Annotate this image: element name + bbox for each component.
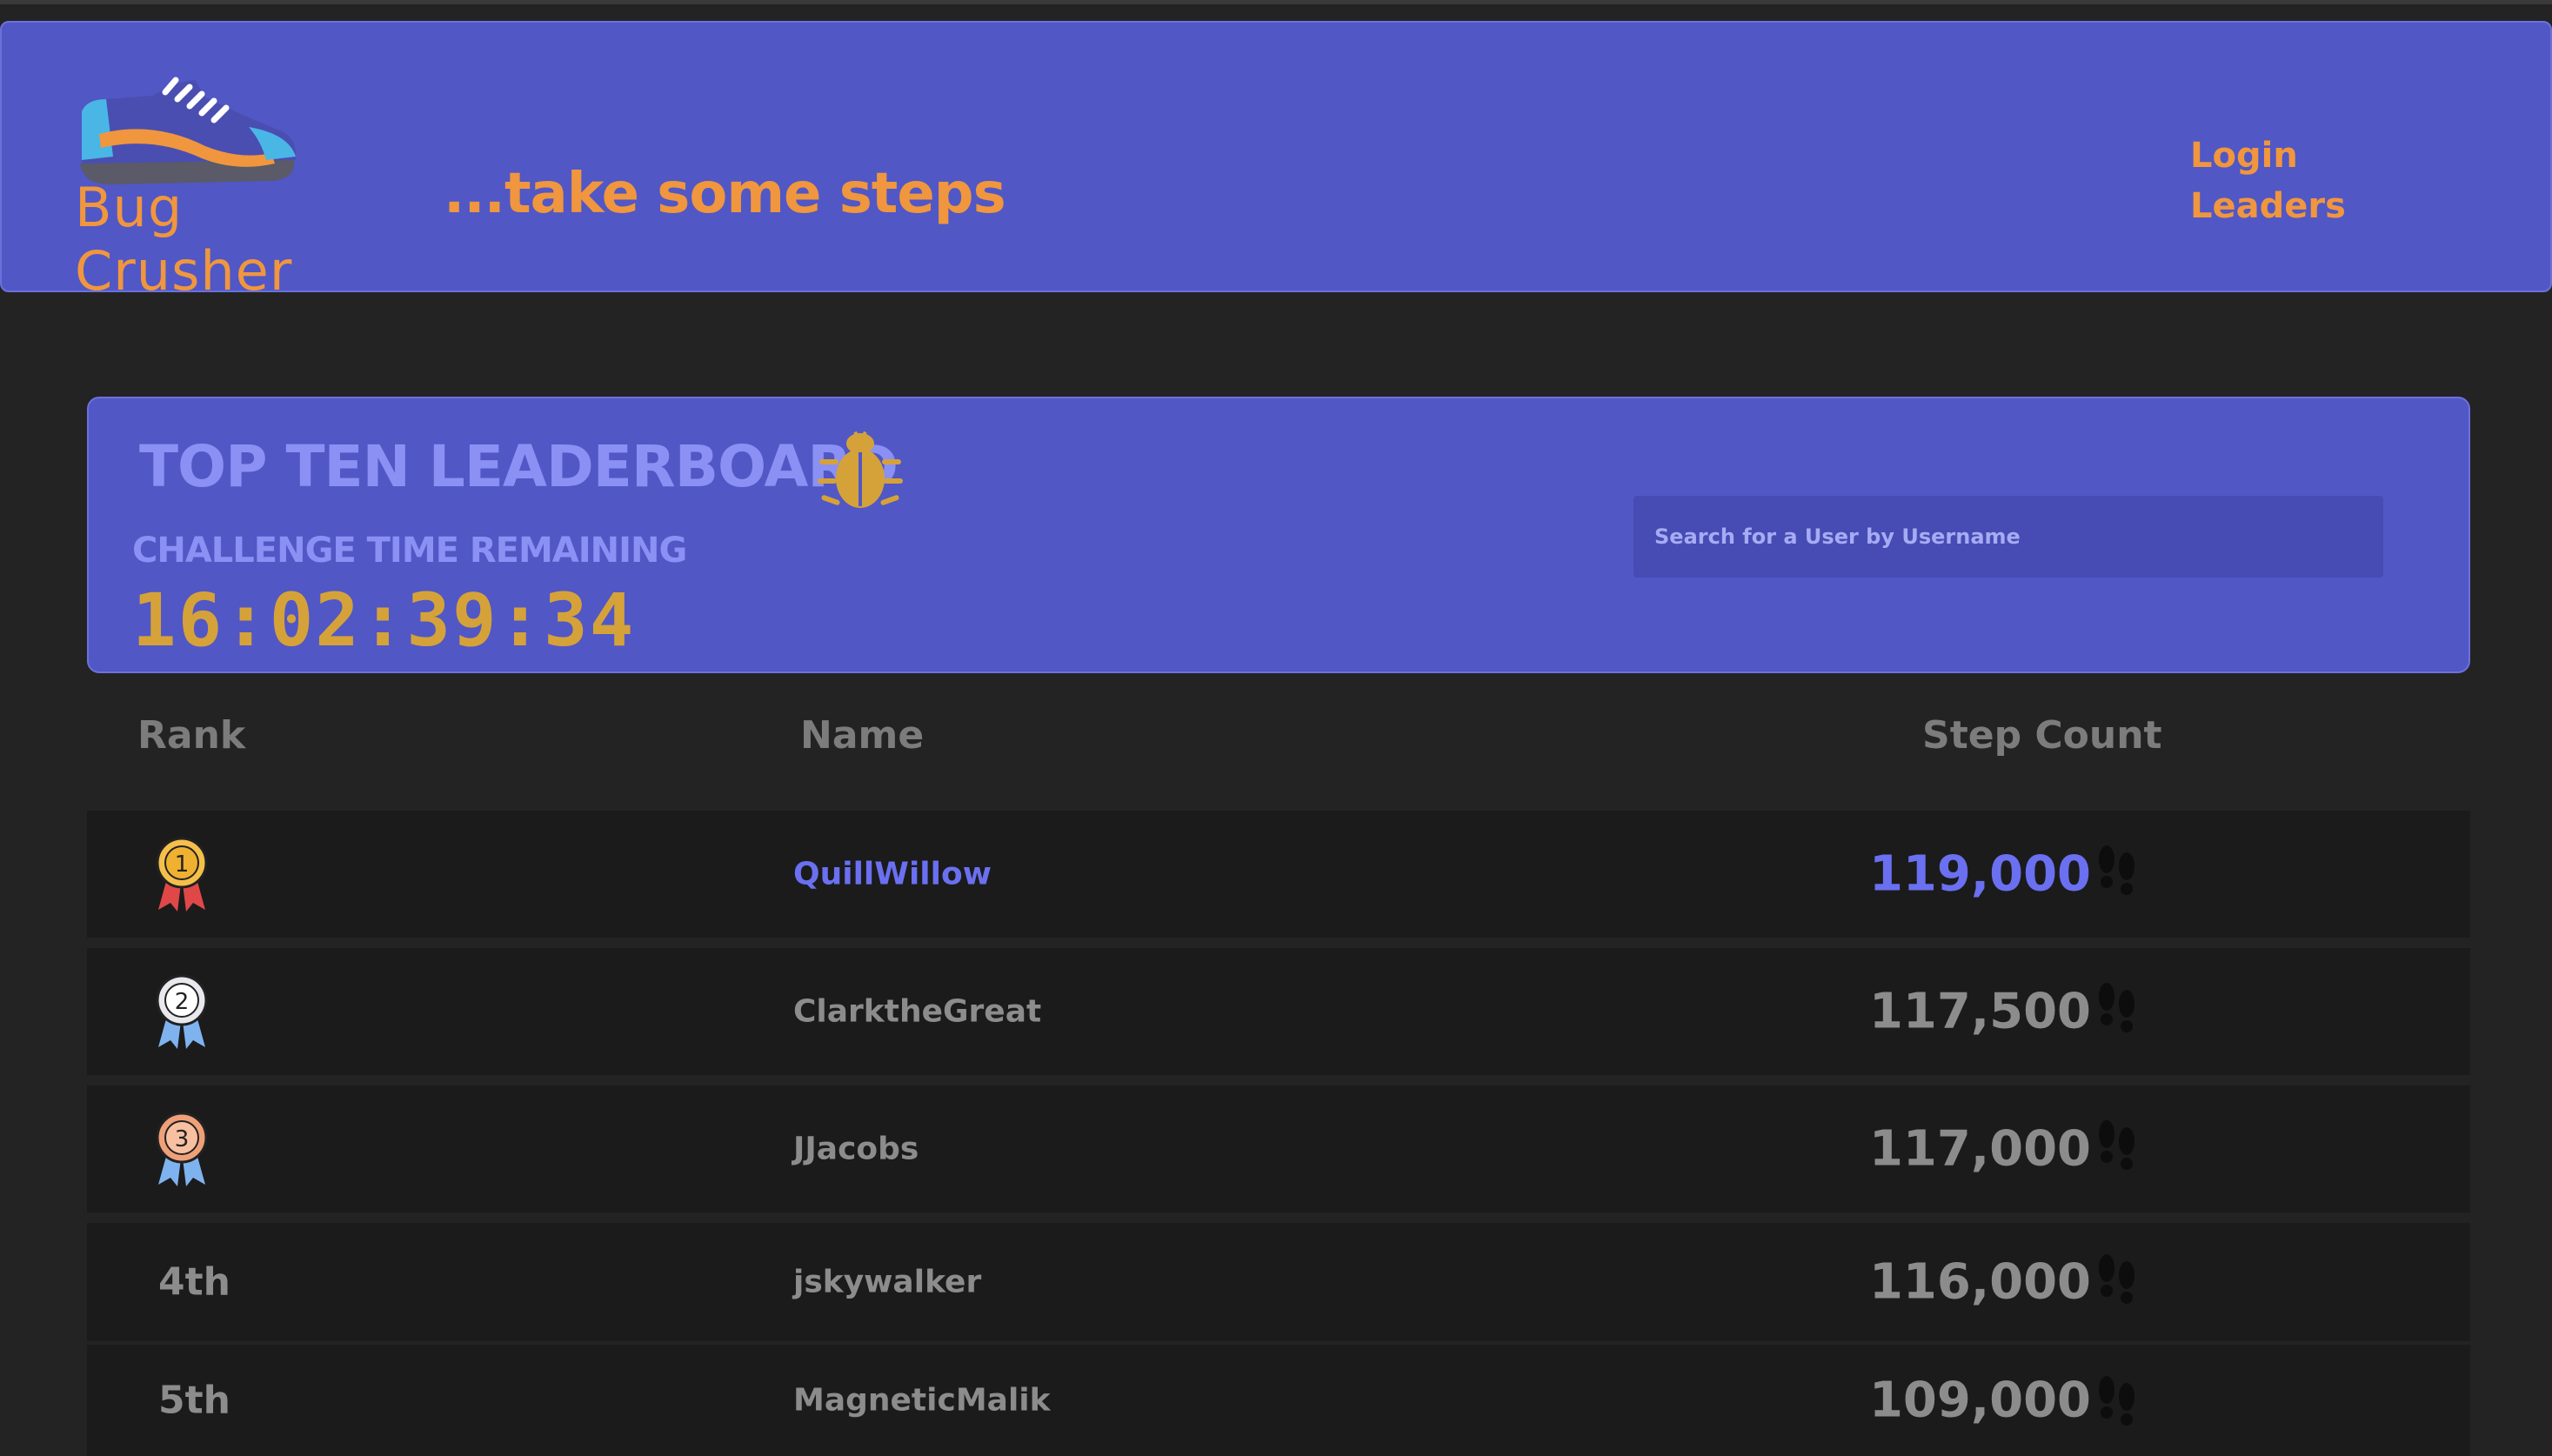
table-header: Rank Name Step Count [87, 713, 2470, 774]
footprints-icon [2099, 845, 2134, 895]
bug-icon [818, 431, 903, 508]
svg-text:2: 2 [175, 989, 190, 1015]
svg-text:1: 1 [175, 852, 190, 878]
step-count: 116,000 [1868, 1253, 2091, 1311]
countdown-timer: 16:02:39:34 [132, 578, 636, 663]
main-nav: Login Leaders [2190, 130, 2346, 231]
player-name[interactable]: MagneticMalik [793, 1383, 1051, 1419]
footprints-icon [2099, 1376, 2134, 1426]
step-count: 117,000 [1868, 1120, 2091, 1178]
brand-logo[interactable]: Bug Crusher [75, 73, 405, 303]
gold-medal-icon: 1 [156, 837, 208, 912]
table-row[interactable]: 2 ClarktheGreat 117,500 [87, 948, 2470, 1075]
player-name[interactable]: jskywalker [793, 1265, 981, 1300]
footprints-icon [2099, 1254, 2134, 1304]
footprints-icon [2099, 1120, 2134, 1170]
table-row[interactable]: 4th jskywalker 116,000 [87, 1223, 2470, 1341]
nav-leaders-link[interactable]: Leaders [2190, 181, 2346, 231]
bronze-medal-icon: 3 [156, 1112, 208, 1186]
table-row[interactable]: 1 QuillWillow 119,000 [87, 811, 2470, 938]
player-name[interactable]: JJacobs [793, 1132, 919, 1167]
column-header-name: Name [800, 713, 925, 758]
player-name[interactable]: QuillWillow [793, 857, 992, 892]
svg-text:3: 3 [175, 1126, 190, 1152]
browser-top-strip [0, 0, 2552, 4]
table-row[interactable]: 5th MagneticMalik 109,000 [87, 1345, 2470, 1456]
rank-label: 4th [158, 1259, 230, 1305]
player-name[interactable]: ClarktheGreat [793, 994, 1041, 1030]
brand-tagline: ...take some steps [444, 162, 1006, 226]
step-count: 109,000 [1868, 1372, 2091, 1429]
sneaker-icon [80, 77, 297, 184]
column-header-step-count: Step Count [1922, 713, 2162, 758]
silver-medal-icon: 2 [156, 974, 208, 1049]
user-search-input[interactable] [1633, 496, 2383, 578]
column-header-rank: Rank [137, 713, 246, 758]
rank-label: 5th [158, 1378, 230, 1423]
table-row[interactable]: 3 JJacobs 117,000 [87, 1085, 2470, 1212]
step-count: 119,000 [1868, 845, 2091, 903]
site-header: Bug Crusher ...take some steps Login Lea… [0, 21, 2552, 303]
nav-login-link[interactable]: Login [2190, 130, 2346, 181]
leaderboard-panel: TOP TEN LEADERBOARD CHALLENGE TIME REMAI… [87, 397, 2470, 673]
footprints-icon [2099, 983, 2134, 1032]
countdown-label: CHALLENGE TIME REMAINING [132, 531, 687, 571]
step-count: 117,500 [1868, 983, 2091, 1040]
brand-name: Bug Crusher [75, 176, 293, 303]
leaderboard-title: TOP TEN LEADERBOARD [139, 433, 899, 500]
